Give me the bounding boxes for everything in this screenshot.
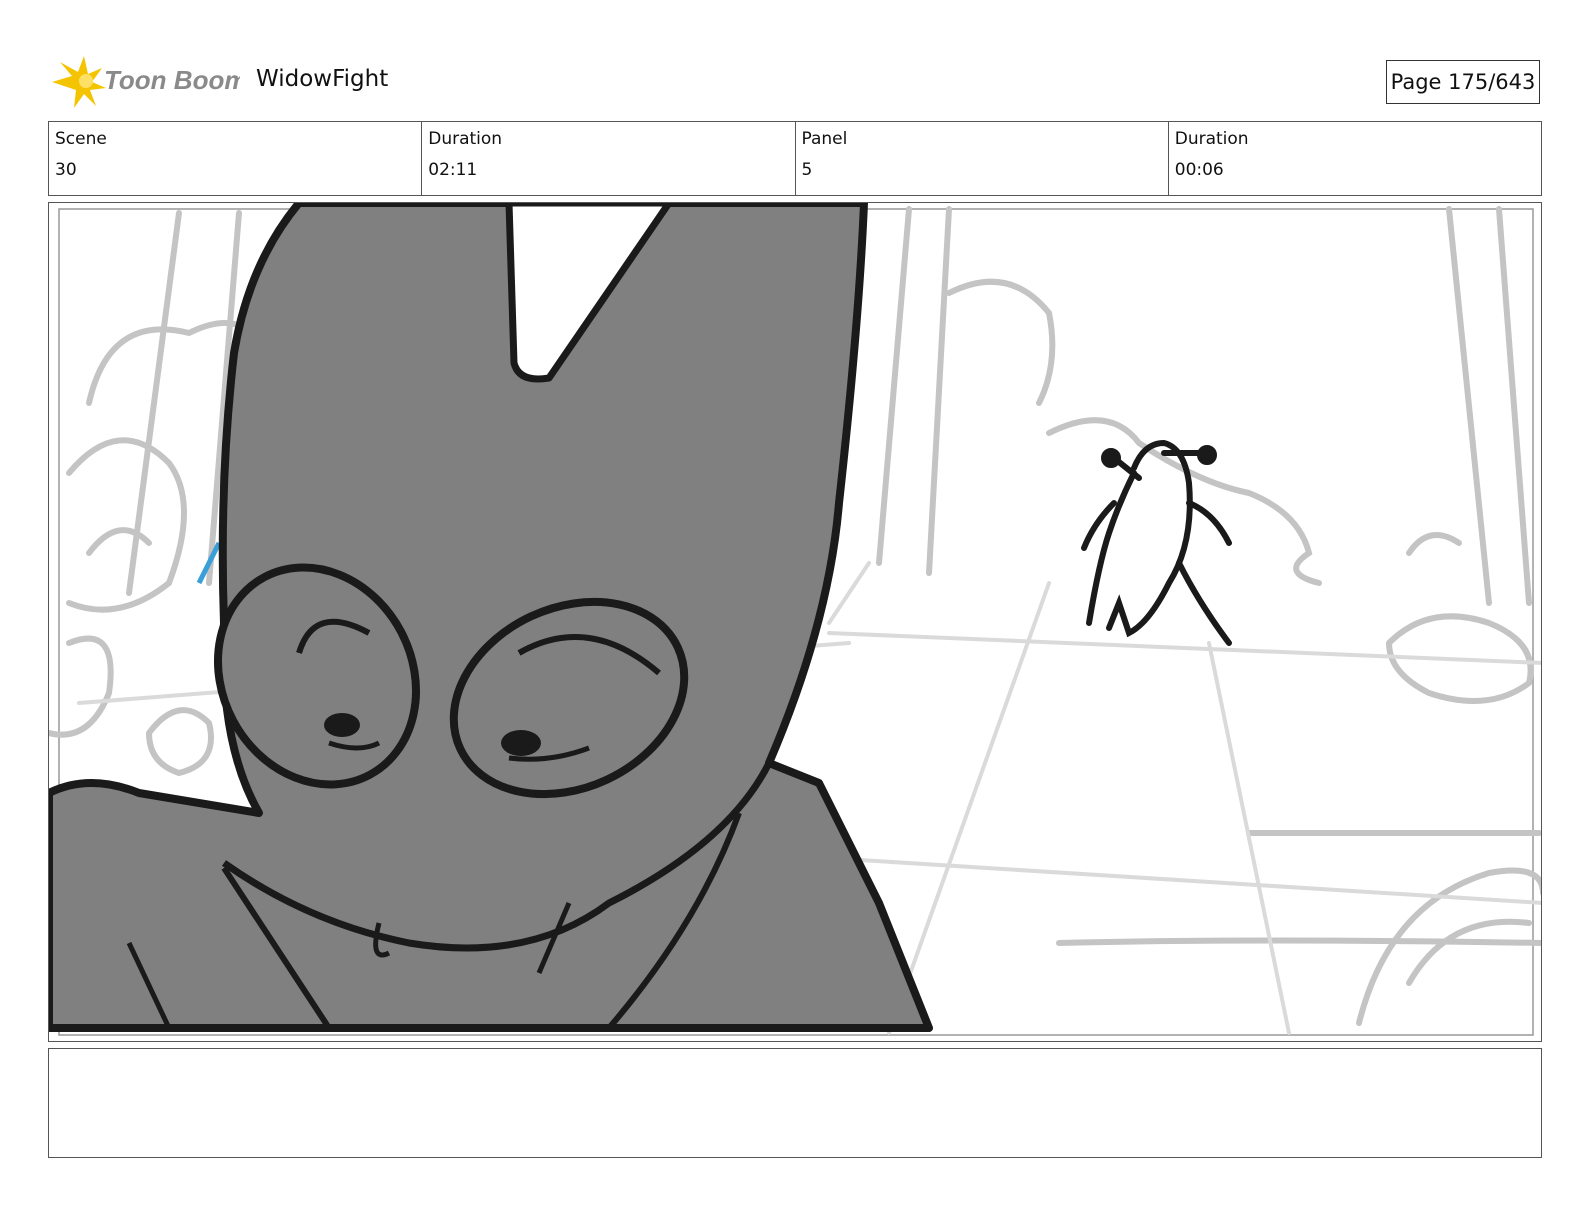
distant-figure: [1081, 439, 1232, 646]
panel-sketch: [49, 203, 1541, 1036]
scene-duration-label: Duration: [428, 129, 503, 149]
scene-label: Scene: [55, 129, 107, 149]
scene-duration-value: 02:11: [428, 160, 478, 180]
dialogue-notes-box: [48, 1048, 1542, 1158]
panel-value: 5: [801, 160, 813, 180]
starburst-icon: [52, 56, 106, 108]
toon-boom-logo: Toon Boom: [50, 52, 247, 112]
panel-label: Panel: [801, 129, 848, 149]
panel-duration-label: Duration: [1174, 129, 1249, 149]
panel-duration-cell: Duration 00:06: [1169, 122, 1541, 195]
scene-duration-cell: Duration 02:11: [422, 122, 796, 195]
panel-duration-value: 00:06: [1174, 160, 1224, 180]
page-indicator: Page 175/643: [1386, 60, 1540, 104]
panel-info-table: Scene 30 Duration 02:11 Panel 5 Duration…: [48, 121, 1542, 196]
masked-character: [49, 203, 933, 1032]
scene-value: 30: [55, 160, 77, 180]
scene-cell: Scene 30: [49, 122, 423, 195]
storyboard-panel: [48, 202, 1542, 1042]
logo-wordmark: Toon Boom: [104, 65, 240, 95]
panel-cell: Panel 5: [796, 122, 1169, 195]
project-title: WidowFight: [256, 66, 389, 92]
